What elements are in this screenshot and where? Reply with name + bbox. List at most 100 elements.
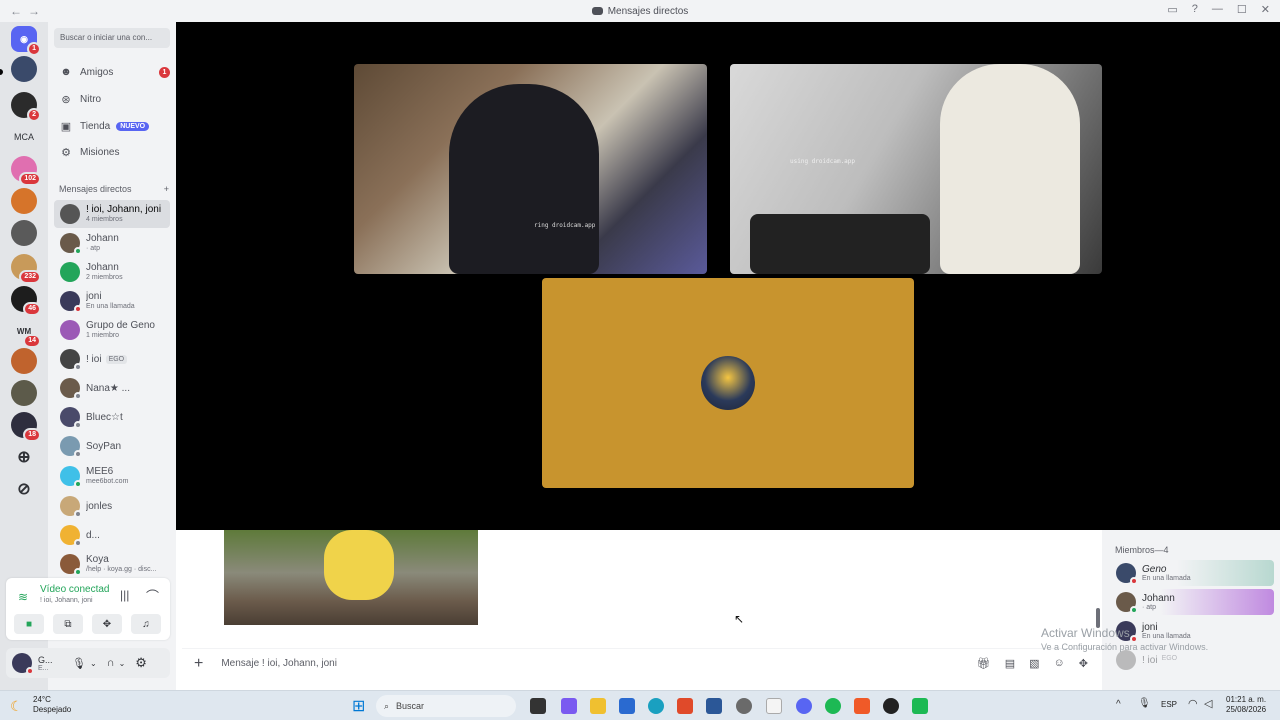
close-button[interactable]: ✕ <box>1261 3 1270 16</box>
app-icon[interactable] <box>561 698 577 714</box>
server-icon[interactable]: 102 <box>11 156 41 186</box>
settings-icon[interactable] <box>736 698 752 714</box>
dm-item[interactable]: jonles <box>54 492 170 520</box>
volume-icon[interactable]: ◁ <box>1204 697 1212 710</box>
screenshare-button[interactable]: ⧉ <box>53 614 83 634</box>
server-icon[interactable] <box>11 220 37 246</box>
noise-suppression-icon[interactable]: ||| <box>120 588 129 602</box>
video-tile-participant-2[interactable]: using droidcam.app <box>730 64 1102 274</box>
dm-item[interactable]: ! ioi, Johann, joni 4 miembros <box>54 200 170 228</box>
store-icon[interactable] <box>619 698 635 714</box>
weather-widget[interactable]: 24°C Despejado <box>33 695 71 715</box>
nav-nitro[interactable]: ⊛ Nitro <box>56 87 170 111</box>
app-icon[interactable] <box>883 698 899 714</box>
server-icon[interactable]: 232 <box>11 254 41 284</box>
discord-taskbar-icon[interactable] <box>796 698 812 714</box>
soundboard-button[interactable]: ♫ <box>131 614 161 634</box>
weather-icon: ☾ <box>10 698 23 714</box>
dm-item[interactable]: Grupo de Geno 1 miembro <box>54 316 170 344</box>
server-icon[interactable]: 2 <box>11 92 41 122</box>
dm-item[interactable]: MEE6 mee6bot.com <box>54 462 170 490</box>
maximize-button[interactable]: ☐ <box>1237 3 1247 16</box>
activities-button[interactable]: ✥ <box>92 614 122 634</box>
gift-icon[interactable]: 🎁︎ <box>977 657 991 670</box>
word-icon[interactable] <box>706 698 722 714</box>
server-icon-wm[interactable]: WM 14 <box>11 318 41 348</box>
search-input[interactable]: Buscar o iniciar una con... <box>54 28 170 48</box>
chevron-down-icon[interactable]: ⌄ <box>90 659 97 668</box>
sticker-icon[interactable]: ▧ <box>1029 657 1039 670</box>
member-item[interactable]: Geno En una llamada <box>1112 560 1274 586</box>
scrollbar[interactable] <box>1096 608 1100 628</box>
apps-icon[interactable]: ✥ <box>1079 657 1088 670</box>
avatar <box>60 204 80 224</box>
dm-item[interactable]: Bluec☆t <box>54 403 170 431</box>
add-dm-button[interactable]: + <box>164 184 169 194</box>
taskbar-search[interactable]: ⌕ Buscar <box>376 695 516 717</box>
gear-icon[interactable]: ⚙ <box>135 655 147 671</box>
message-input[interactable]: Mensaje ! ioi, Johann, joni <box>221 658 337 669</box>
wifi-icon[interactable]: ◠ <box>1188 697 1198 710</box>
add-server-icon[interactable]: ⊕ <box>11 444 37 470</box>
microphone-icon[interactable]: 🎙︎ <box>72 657 86 670</box>
server-icon-mca[interactable]: MCA <box>11 124 37 150</box>
avatar <box>60 436 82 458</box>
video-call-area: ring droidcam.app using droidcam.app <box>176 22 1280 530</box>
nitro-icon: ⊛ <box>61 94 71 106</box>
shop-icon: ▣ <box>60 121 72 133</box>
disconnect-icon[interactable]: ⌒ <box>146 586 159 605</box>
microphone-icon[interactable]: 🎙︎ <box>1138 698 1151 709</box>
discover-icon[interactable]: ⊘ <box>11 476 37 502</box>
avatar[interactable] <box>12 653 34 675</box>
home-button[interactable]: ◉ 1 <box>11 26 41 56</box>
task-view-icon[interactable] <box>530 698 546 714</box>
avatar <box>60 320 80 340</box>
emoji-icon[interactable]: ☺ <box>1054 657 1065 670</box>
avatar-tile-participant-3[interactable] <box>542 278 914 488</box>
avatar <box>60 291 82 313</box>
dm-item[interactable]: ! ioi EGO <box>54 345 170 373</box>
windows-start-icon[interactable]: ⊞ <box>352 696 365 716</box>
help-icon[interactable]: ? <box>1192 3 1198 16</box>
desk-shadow <box>750 214 930 274</box>
inbox-icon[interactable]: ▭ <box>1167 3 1177 16</box>
server-icon[interactable] <box>11 380 37 406</box>
edge-icon[interactable] <box>648 698 664 714</box>
windows-app-icon[interactable] <box>677 698 693 714</box>
brave-icon[interactable] <box>854 698 870 714</box>
ego-tag: EGO <box>105 354 128 364</box>
server-icon[interactable]: 18 <box>11 412 41 442</box>
notepad-icon[interactable] <box>766 698 782 714</box>
gif-icon[interactable]: ▤ <box>1005 657 1015 670</box>
file-explorer-icon[interactable] <box>590 698 606 714</box>
headset-icon[interactable]: ∩ <box>107 657 115 669</box>
video-tile-participant-1[interactable]: ring droidcam.app <box>354 64 707 274</box>
server-icon[interactable] <box>11 56 37 82</box>
dm-item[interactable]: SoyPan <box>54 432 170 460</box>
member-item[interactable]: Johann · atp <box>1112 589 1274 615</box>
minimize-button[interactable]: — <box>1212 3 1223 16</box>
add-attachment-button[interactable]: + <box>194 655 203 673</box>
video-overlay-text: using droidcam.app <box>790 158 856 165</box>
nav-friends[interactable]: ☻ Amigos 1 <box>56 60 170 84</box>
nav-missions[interactable]: ⚙ Misiones <box>56 140 170 164</box>
dm-item[interactable]: Nana★ ... <box>54 374 170 402</box>
app-icon[interactable] <box>912 698 928 714</box>
image-attachment[interactable] <box>224 530 478 625</box>
dm-item[interactable]: Koya/help · koya.gg · disc... <box>54 550 170 578</box>
dm-item[interactable]: d... <box>54 521 170 549</box>
dm-item[interactable]: Johann 2 miembros <box>54 258 170 286</box>
language-indicator[interactable]: ESP <box>1161 700 1177 709</box>
dm-item[interactable]: joni En una llamada <box>54 287 170 315</box>
chevron-down-icon[interactable]: ⌄ <box>119 659 126 668</box>
clock[interactable]: 01:21 a. m. 25/08/2026 <box>1226 695 1266 715</box>
chevron-up-icon[interactable]: ^ <box>1116 699 1121 710</box>
nav-shop[interactable]: ▣ Tienda NUEVO <box>56 114 170 138</box>
camera-button[interactable]: ■ <box>14 614 44 634</box>
spotify-icon[interactable] <box>825 698 841 714</box>
server-icon[interactable] <box>11 188 37 214</box>
server-icon[interactable] <box>11 348 37 374</box>
server-icon[interactable]: 46 <box>11 286 41 316</box>
dm-item[interactable]: Johann · atp <box>54 229 170 257</box>
avatar <box>60 262 80 282</box>
